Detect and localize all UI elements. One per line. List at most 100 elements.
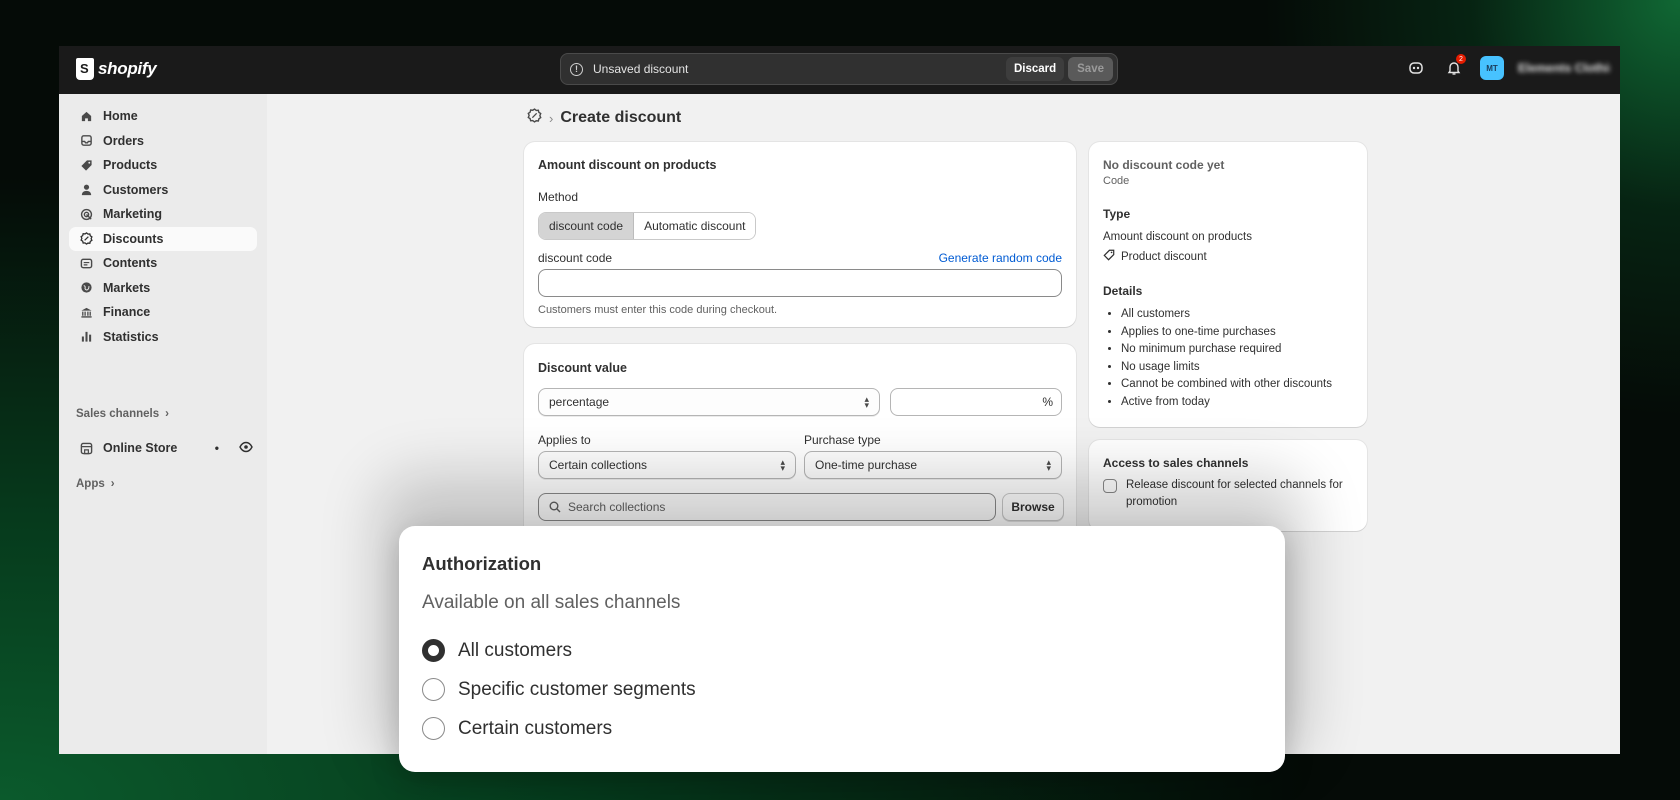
select-chevron-icon: ▴ ▾ bbox=[864, 394, 869, 410]
brand-name: shopify bbox=[98, 59, 157, 78]
radio-certain-customers[interactable]: Certain customers bbox=[422, 717, 612, 740]
save-button[interactable]: Save bbox=[1068, 57, 1113, 81]
bank-icon bbox=[79, 305, 93, 319]
sidebar-item-online-store[interactable]: Online Store • bbox=[69, 436, 257, 460]
info-icon: ! bbox=[570, 62, 583, 76]
browse-button[interactable]: Browse bbox=[1002, 493, 1064, 521]
target-icon bbox=[79, 207, 93, 221]
top-bar: shopify ! Unsaved discount Discard Save … bbox=[59, 46, 1620, 94]
generate-code-link[interactable]: Generate random code bbox=[939, 251, 1062, 265]
sidebar-item-label: Home bbox=[103, 109, 138, 123]
radio-button[interactable] bbox=[422, 639, 445, 662]
radio-specific-segments[interactable]: Specific customer segments bbox=[422, 678, 696, 701]
sidebar-item-discounts[interactable]: Discounts bbox=[69, 226, 257, 251]
apps-label: Apps bbox=[76, 478, 105, 490]
search-icon bbox=[549, 501, 561, 513]
radio-label: Specific customer segments bbox=[458, 678, 696, 700]
breadcrumb: › Create discount bbox=[527, 108, 681, 128]
chevron-right-icon: › bbox=[165, 408, 169, 420]
sidebar-item-statistics[interactable]: Statistics bbox=[69, 325, 257, 349]
discard-button[interactable]: Discard bbox=[1005, 57, 1065, 81]
percent-suffix: % bbox=[1042, 395, 1053, 409]
tag-icon bbox=[79, 158, 93, 172]
radio-label: Certain customers bbox=[458, 717, 613, 739]
sidebar-item-label: Contents bbox=[103, 256, 158, 270]
page-title: Create discount bbox=[560, 109, 682, 126]
purchase-type-select[interactable]: One-time purchase ▴ ▾ bbox=[804, 451, 1062, 479]
sidebar: Home Orders Products Customers Marketing… bbox=[59, 94, 267, 754]
purchase-type-label: Purchase type bbox=[804, 433, 881, 447]
chevron-right-icon: › bbox=[110, 478, 115, 490]
sidebar-item-label: Orders bbox=[103, 133, 144, 148]
list-item: Cannot be combined with other discounts bbox=[1121, 376, 1332, 394]
search-placeholder: Search collections bbox=[568, 500, 666, 514]
sidebar-item-label: Discounts bbox=[103, 231, 164, 246]
sales-channels-section[interactable]: Sales channels › bbox=[76, 408, 169, 420]
method-toggle: discount code Automatic discount bbox=[538, 212, 757, 240]
purchase-type-value: One-time purchase bbox=[815, 458, 918, 472]
authorization-title: Authorization bbox=[422, 553, 542, 574]
sidebar-item-marketing[interactable]: Marketing bbox=[69, 202, 257, 226]
sales-channels-label: Sales channels bbox=[76, 408, 160, 420]
applies-to-label: Applies to bbox=[538, 433, 591, 447]
top-right-controls: 2 MT Elements Clothing bbox=[1404, 54, 1610, 80]
sales-channels-card: Access to sales channels Release discoun… bbox=[1089, 440, 1367, 531]
search-collections-input[interactable]: Search collections bbox=[538, 493, 996, 521]
tag-icon bbox=[1103, 249, 1115, 264]
authorization-panel: Authorization Available on all sales cha… bbox=[399, 526, 1285, 772]
type-heading: Type bbox=[1103, 207, 1131, 221]
details-heading: Details bbox=[1103, 284, 1143, 298]
content-icon bbox=[79, 256, 93, 270]
bell-icon[interactable]: 2 bbox=[1442, 54, 1466, 80]
list-item: Active from today bbox=[1121, 394, 1332, 412]
release-checkbox[interactable] bbox=[1103, 479, 1117, 493]
sidebar-item-finance[interactable]: Finance bbox=[69, 300, 257, 324]
radio-all-customers[interactable]: All customers bbox=[422, 639, 572, 662]
type-tag-label: Product discount bbox=[1121, 250, 1207, 263]
code-status-title: No discount code yet bbox=[1103, 158, 1225, 172]
list-item: No minimum purchase required bbox=[1121, 341, 1332, 359]
sidekick-icon[interactable] bbox=[1404, 56, 1428, 80]
select-chevron-icon: ▴ ▾ bbox=[1046, 457, 1051, 473]
bar-chart-icon bbox=[79, 330, 93, 344]
sidebar-item-orders[interactable]: Orders bbox=[69, 129, 257, 153]
value-type-select[interactable]: percentage ▴ ▾ bbox=[538, 388, 880, 416]
method-option-discount-code[interactable]: discount code bbox=[539, 213, 635, 239]
radio-label: All customers bbox=[458, 639, 573, 661]
sidebar-item-markets[interactable]: Markets bbox=[69, 276, 257, 300]
code-help-text: Customers must enter this code during ch… bbox=[538, 304, 778, 316]
dot-icon: • bbox=[214, 441, 219, 455]
method-option-automatic[interactable]: Automatic discount bbox=[634, 213, 756, 239]
shopify-logo[interactable]: shopify bbox=[76, 58, 157, 80]
chevron-right-icon: › bbox=[549, 110, 554, 126]
value-amount-input[interactable]: % bbox=[890, 388, 1062, 416]
list-item: All customers bbox=[1121, 306, 1332, 324]
eye-icon[interactable] bbox=[239, 440, 253, 457]
method-card-title: Amount discount on products bbox=[538, 158, 717, 172]
store-name[interactable]: Elements Clothing bbox=[1518, 61, 1610, 75]
discount-icon bbox=[79, 232, 93, 246]
sidebar-item-label: Finance bbox=[103, 305, 151, 319]
avatar[interactable]: MT bbox=[1480, 56, 1504, 80]
globe-icon bbox=[79, 281, 93, 295]
sales-channels-option[interactable]: Release discount for selected channels f… bbox=[1103, 479, 1348, 511]
value-type-value: percentage bbox=[549, 395, 610, 409]
radio-button[interactable] bbox=[422, 678, 445, 701]
discount-icon[interactable] bbox=[527, 108, 542, 128]
person-icon bbox=[79, 183, 93, 197]
sidebar-item-label: Marketing bbox=[103, 207, 163, 221]
sidebar-item-contents[interactable]: Contents bbox=[69, 251, 257, 275]
type-tag: Product discount bbox=[1103, 249, 1207, 264]
list-item: Applies to one-time purchases bbox=[1121, 324, 1332, 342]
discount-code-input[interactable] bbox=[538, 269, 1062, 297]
applies-to-select[interactable]: Certain collections ▴ ▾ bbox=[538, 451, 796, 479]
method-card: Amount discount on products Method disco… bbox=[524, 142, 1076, 327]
sidebar-item-home[interactable]: Home bbox=[69, 104, 257, 128]
sidebar-item-products[interactable]: Products bbox=[69, 153, 257, 177]
sidebar-item-label: Products bbox=[103, 158, 158, 172]
apps-section[interactable]: Apps › bbox=[76, 478, 115, 490]
details-list: All customers Applies to one-time purcha… bbox=[1103, 306, 1332, 411]
radio-button[interactable] bbox=[422, 717, 445, 740]
sidebar-nav: Home Orders Products Customers Marketing… bbox=[69, 104, 257, 349]
sidebar-item-customers[interactable]: Customers bbox=[69, 178, 257, 202]
